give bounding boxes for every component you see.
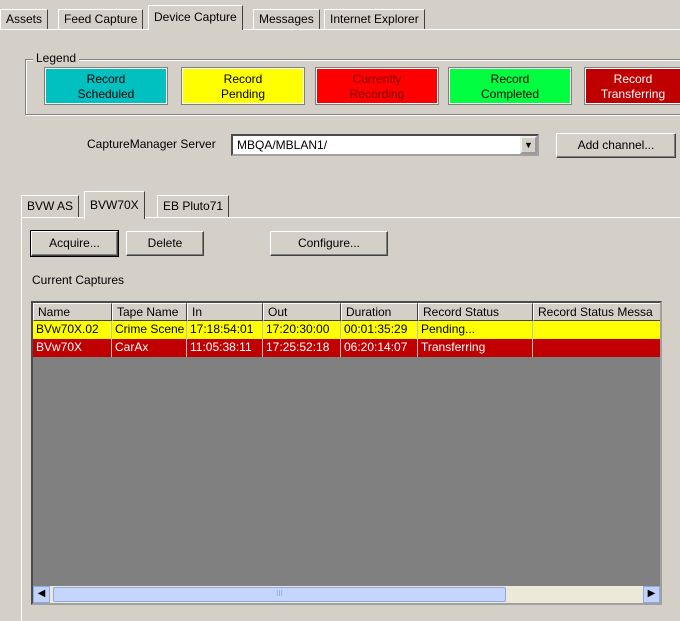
table-cell: 11:05:38:11 <box>187 339 263 357</box>
chevron-down-icon[interactable]: ▼ <box>520 136 537 154</box>
column-header[interactable]: Tape Name <box>112 303 187 321</box>
legend-item: Record Scheduled <box>44 67 168 105</box>
table-cell: Crime Scene <box>112 321 187 339</box>
column-header[interactable]: Record Status <box>418 303 533 321</box>
main-tabstrip: Assets Feed Capture Device Capture Messa… <box>0 0 680 30</box>
column-header[interactable]: Name <box>33 303 112 321</box>
table-cell: 17:18:54:01 <box>187 321 263 339</box>
legend-item-line2: Pending <box>220 87 266 101</box>
table-cell: 17:20:30:00 <box>263 321 341 339</box>
column-header[interactable]: Duration <box>341 303 418 321</box>
tab-device-capture[interactable]: Device Capture <box>148 5 243 30</box>
add-channel-button[interactable]: Add channel... <box>556 133 676 158</box>
tab-feed-capture[interactable]: Feed Capture <box>58 9 144 29</box>
tab-eb-pluto71[interactable]: EB Pluto71 <box>157 195 230 217</box>
table-cell: BVw70X.02 <box>33 321 112 339</box>
legend-item-line1: Record <box>223 72 263 86</box>
table-cell: CarAx <box>112 339 187 357</box>
capture-manager-server-select[interactable]: MBQA/MBLAN1/ ▼ <box>231 134 539 156</box>
legend-item-line1: Record <box>490 72 530 86</box>
table-cell: Pending... <box>418 321 533 339</box>
configure-button[interactable]: Configure... <box>270 231 388 256</box>
table-row[interactable]: BVw70X CarAx 11:05:38:11 17:25:52:18 06:20:1… <box>33 339 660 357</box>
scroll-left-icon[interactable]: ◀ <box>33 586 50 603</box>
column-header[interactable]: Record Status Messa <box>533 303 660 321</box>
table-row[interactable]: BVw70X.02 Crime Scene 17:18:54:01 17:20:30:… <box>33 321 660 339</box>
list-header: Name Tape Name In Out Duration Record Status R… <box>33 303 660 321</box>
legend-item: Record Completed <box>448 67 572 105</box>
legend-item: Record Pending <box>181 67 305 105</box>
capture-manager-server-label: CaptureManager Server <box>87 137 216 151</box>
legend-item-line1: Record <box>613 72 653 86</box>
tab-bvw-as[interactable]: BVW AS <box>21 195 80 217</box>
current-captures-label: Current Captures <box>32 273 125 287</box>
tab-messages[interactable]: Messages <box>253 9 320 29</box>
legend-item-line2: Transferring <box>600 87 666 101</box>
scroll-thumb[interactable]: III <box>53 587 506 602</box>
legend-item-line1: Record <box>86 72 126 86</box>
table-cell: BVw70X <box>33 339 112 357</box>
column-header[interactable]: Out <box>263 303 341 321</box>
legend-item-line2: Completed <box>480 87 540 101</box>
acquire-button[interactable]: Acquire... <box>30 230 119 257</box>
scroll-right-icon[interactable]: ▶ <box>643 586 660 603</box>
legend-item: Currently Recording <box>315 67 439 105</box>
legend-item: Record Transferring <box>584 67 680 105</box>
tab-bvw70x[interactable]: BVW70X <box>84 191 145 219</box>
tab-assets[interactable]: Assets <box>0 9 49 29</box>
table-cell: 00:01:35:29 <box>341 321 418 339</box>
legend-item-line1: Currently <box>352 72 402 86</box>
delete-button[interactable]: Delete <box>126 231 204 256</box>
horizontal-scrollbar[interactable]: ◀ III ▶ <box>33 586 660 603</box>
column-header[interactable]: In <box>187 303 263 321</box>
server-selected-value: MBQA/MBLAN1/ <box>237 138 328 152</box>
table-cell <box>533 321 660 339</box>
table-cell <box>533 339 660 357</box>
table-cell: 06:20:14:07 <box>341 339 418 357</box>
tab-internet-explorer[interactable]: Internet Explorer <box>324 9 425 29</box>
legend-item-line2: Scheduled <box>77 87 135 101</box>
legend-item-line2: Recording <box>349 87 405 101</box>
captures-list[interactable]: Name Tape Name In Out Duration Record Status R… <box>31 301 662 605</box>
table-cell: 17:25:52:18 <box>263 339 341 357</box>
legend-title: Legend <box>33 51 80 65</box>
table-cell: Transferring <box>418 339 533 357</box>
